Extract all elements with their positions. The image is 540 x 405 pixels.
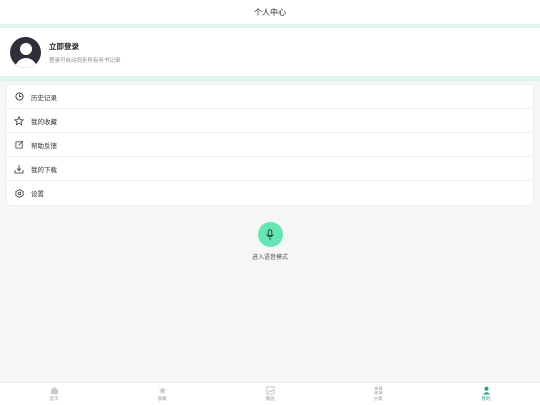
download-icon (14, 164, 24, 174)
menu-item-history[interactable]: 历史记录 › (7, 85, 533, 109)
avatar[interactable] (10, 36, 41, 68)
voice-mode: 进入语音模式 (0, 222, 540, 261)
menu-item-label: 我的收藏 (31, 117, 57, 126)
login-title[interactable]: 立即登录 (49, 41, 121, 52)
tab-mine[interactable]: 我的 (432, 383, 540, 405)
chevron-right-icon: › (525, 93, 527, 100)
grid-icon (374, 386, 383, 395)
bottom-tab-bar: 首页 收藏 播放 分类 我的 (0, 382, 540, 405)
home-icon (50, 386, 59, 395)
tab-play[interactable]: 播放 (216, 383, 324, 405)
chevron-right-icon: › (525, 117, 527, 124)
microphone-icon (266, 228, 274, 240)
clock-icon (14, 92, 24, 102)
menu-item-label: 帮助反馈 (31, 141, 57, 150)
menu-list: 历史记录 › 我的收藏 › 帮助反馈 › 我的下载 › 设置 › (7, 85, 533, 205)
menu-item-settings[interactable]: 设置 › (7, 181, 533, 205)
gear-icon (14, 188, 24, 198)
login-card[interactable]: 立即登录 登录可自动同步所有听书记录 (0, 28, 540, 76)
voice-mode-label: 进入语音模式 (251, 254, 288, 261)
section-divider (0, 76, 540, 81)
menu-item-label: 历史记录 (31, 93, 57, 102)
star-icon (14, 115, 24, 126)
user-icon (482, 386, 491, 395)
tab-home[interactable]: 首页 (0, 383, 108, 405)
voice-mode-button[interactable] (257, 222, 283, 247)
login-subtitle: 登录可自动同步所有听书记录 (49, 57, 121, 64)
chevron-right-icon: › (525, 190, 527, 196)
menu-item-feedback[interactable]: 帮助反馈 › (7, 133, 533, 157)
star-icon (158, 386, 167, 395)
tab-categories[interactable]: 分类 (324, 383, 432, 405)
menu-item-label: 设置 (31, 190, 44, 198)
menu-item-favorites[interactable]: 我的收藏 › (7, 109, 533, 133)
top-bar: 个人中心 (0, 0, 540, 24)
chevron-right-icon: › (525, 165, 527, 172)
chevron-right-icon: › (525, 141, 527, 148)
tab-favorites[interactable]: 收藏 (108, 383, 216, 405)
play-icon (266, 386, 275, 395)
edit-icon (14, 140, 24, 150)
menu-item-label: 我的下载 (31, 165, 57, 174)
page-title: 个人中心 (254, 7, 286, 17)
menu-item-downloads[interactable]: 我的下载 › (7, 157, 533, 181)
